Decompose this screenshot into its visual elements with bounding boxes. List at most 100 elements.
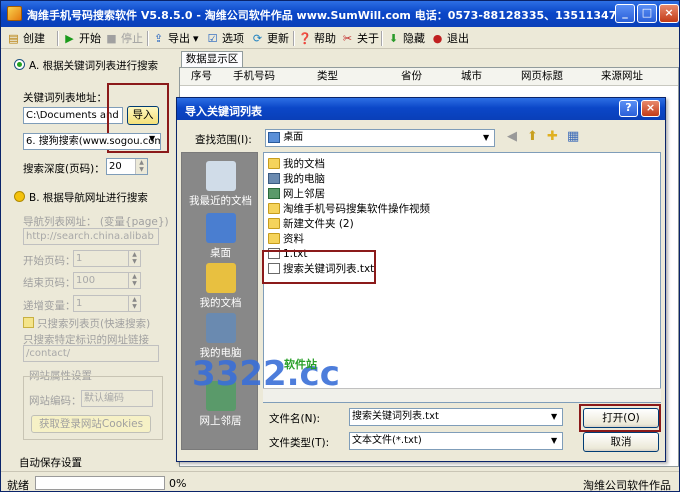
specific-link-input[interactable]: /contact/ bbox=[23, 345, 159, 362]
file-name: 网上邻居 bbox=[283, 188, 325, 200]
my-computer-icon bbox=[205, 313, 236, 343]
desktop-icon bbox=[205, 213, 236, 243]
place-my-documents[interactable]: 我的文档 bbox=[182, 263, 259, 310]
column-header[interactable]: 省份 bbox=[401, 67, 422, 85]
start-page-spinner[interactable]: ▲ ▼ bbox=[128, 251, 140, 266]
cancel-button[interactable]: 取消 bbox=[583, 432, 659, 452]
filename-label: 文件名(N): bbox=[269, 413, 321, 425]
hide-button[interactable]: ⬇ 隐藏 bbox=[387, 29, 425, 47]
watermark-text: 3322.cc bbox=[192, 354, 340, 394]
create-button[interactable]: ▤ 创建 bbox=[7, 29, 45, 47]
folder-icon bbox=[268, 218, 280, 229]
help-button[interactable]: ❓ 帮助 bbox=[298, 29, 336, 47]
folder-icon bbox=[268, 203, 280, 214]
column-header[interactable]: 手机号码 bbox=[233, 67, 275, 85]
keyword-path-label: 关键词列表地址： bbox=[23, 92, 107, 104]
stop-label: 停止 bbox=[121, 32, 143, 45]
new-folder-icon[interactable]: ✚ bbox=[547, 129, 558, 144]
up-folder-icon[interactable]: ⬆ bbox=[527, 129, 538, 144]
file-name: 我的电脑 bbox=[283, 173, 325, 185]
exit-label: 退出 bbox=[447, 32, 469, 45]
help-question-button[interactable]: ? bbox=[619, 100, 638, 117]
recent-documents-icon bbox=[205, 161, 236, 191]
back-icon[interactable]: ◀ bbox=[507, 129, 517, 144]
column-header[interactable]: 来源网址 bbox=[601, 67, 643, 85]
status-bar: 就绪 0% 淘维公司软件作品 bbox=[1, 471, 679, 492]
column-header[interactable]: 城市 bbox=[461, 67, 482, 85]
depth-spinner[interactable]: ▲ ▼ bbox=[135, 159, 147, 174]
end-page-spinner[interactable]: ▲ ▼ bbox=[128, 273, 140, 288]
start-button[interactable]: ▶ 开始 bbox=[63, 29, 101, 47]
network-icon bbox=[268, 188, 280, 199]
export-label: 导出 bbox=[168, 32, 190, 45]
only-list-checkbox[interactable] bbox=[23, 317, 34, 328]
dialog-title: 导入关键词列表 bbox=[185, 105, 262, 118]
file-item[interactable]: 新建文件夹 (2) bbox=[268, 217, 354, 230]
maximize-button[interactable]: □ bbox=[637, 4, 657, 23]
stop-icon: ■ bbox=[106, 31, 117, 45]
place-recent[interactable]: 我最近的文档 bbox=[182, 161, 259, 208]
close-button[interactable]: × bbox=[659, 4, 679, 23]
section-b-label: B. 根据导航网址进行搜索 bbox=[29, 192, 148, 204]
only-list-label: 只搜索列表页(快速搜索) bbox=[37, 318, 151, 330]
views-icon[interactable]: ▦ bbox=[567, 129, 579, 144]
exit-button[interactable]: ● 退出 bbox=[431, 29, 469, 47]
search-engine-select[interactable]: 6. 搜狗搜索(www.sogou.com) bbox=[23, 133, 161, 150]
place-label: 我最近的文档 bbox=[189, 195, 252, 207]
file-item[interactable]: 淘维手机号码搜集软件操作视频 bbox=[268, 202, 430, 215]
about-icon: ✂ bbox=[342, 31, 353, 45]
create-label: 创建 bbox=[23, 32, 45, 45]
update-label: 更新 bbox=[267, 32, 289, 45]
start-page-label: 开始页码： bbox=[23, 255, 76, 267]
nav-url-label: 导航列表网址： (变量{page}) bbox=[23, 216, 169, 228]
column-header[interactable]: 序号 bbox=[191, 67, 212, 85]
options-button[interactable]: ☑ 选项 bbox=[206, 29, 244, 47]
dialog-close-button[interactable]: × bbox=[641, 100, 660, 117]
file-name: 淘维手机号码搜集软件操作视频 bbox=[283, 203, 430, 215]
toolbar-separator bbox=[293, 31, 295, 46]
update-button[interactable]: ⟳ 更新 bbox=[251, 29, 289, 47]
site-encoding-label: 网站编码： bbox=[29, 395, 82, 407]
chevron-down-icon: ▼ bbox=[551, 412, 558, 421]
start-label: 开始 bbox=[79, 32, 101, 45]
watermark-sub: 软件站 bbox=[284, 358, 317, 371]
place-my-computer[interactable]: 我的电脑 bbox=[182, 313, 259, 360]
place-label: 桌面 bbox=[210, 247, 231, 259]
status-right-text: 淘维公司软件作品 bbox=[583, 479, 671, 492]
site-encoding-select[interactable]: 默认编码 bbox=[81, 390, 153, 407]
get-cookies-button[interactable]: 获取登录网站Cookies bbox=[31, 415, 151, 433]
places-bar: 我最近的文档 桌面 我的文档 我的电脑 网上邻居 bbox=[181, 152, 258, 450]
hide-icon: ⬇ bbox=[388, 31, 399, 45]
about-button[interactable]: ✂ 关于 bbox=[341, 29, 379, 47]
create-icon: ▤ bbox=[8, 31, 19, 45]
search-engine-value: 6. 搜狗搜索(www.sogou.com) bbox=[26, 136, 161, 147]
file-item[interactable]: 资料 bbox=[268, 232, 304, 245]
toolbar-separator bbox=[57, 31, 59, 46]
mode-a-radio[interactable] bbox=[14, 59, 25, 70]
filetype-select[interactable]: 文本文件(*.txt) bbox=[349, 432, 563, 450]
minimize-button[interactable]: _ bbox=[615, 4, 635, 23]
help-label: 帮助 bbox=[314, 32, 336, 45]
nav-url-input[interactable]: http://search.china.alibab bbox=[23, 228, 159, 245]
tab-data-display[interactable]: 数据显示区 bbox=[181, 51, 243, 68]
status-text: 就绪 bbox=[7, 479, 29, 492]
section-a-label: A. 根据关键词列表进行搜索 bbox=[29, 60, 159, 72]
mode-b-radio[interactable] bbox=[14, 191, 25, 202]
folder-icon bbox=[268, 158, 280, 169]
stop-button[interactable]: ■ 停止 bbox=[105, 29, 143, 47]
place-desktop[interactable]: 桌面 bbox=[182, 213, 259, 260]
file-item[interactable]: 我的电脑 bbox=[268, 172, 325, 185]
toolbar-separator bbox=[381, 31, 383, 46]
lookin-select[interactable]: 桌面 bbox=[265, 129, 495, 147]
options-icon: ☑ bbox=[207, 31, 218, 45]
chevron-down-icon: ▼ bbox=[149, 134, 156, 143]
export-button[interactable]: ⇪ 导出 ▾ bbox=[152, 29, 199, 47]
file-item[interactable]: 网上邻居 bbox=[268, 187, 325, 200]
filename-input[interactable]: 搜索关键词列表.txt bbox=[349, 408, 563, 426]
step-spinner[interactable]: ▲ ▼ bbox=[128, 296, 140, 311]
about-label: 关于 bbox=[357, 32, 379, 45]
column-header[interactable]: 网页标题 bbox=[521, 67, 563, 85]
file-name: 我的文档 bbox=[283, 158, 325, 170]
column-header[interactable]: 类型 bbox=[317, 67, 338, 85]
file-item[interactable]: 我的文档 bbox=[268, 157, 325, 170]
